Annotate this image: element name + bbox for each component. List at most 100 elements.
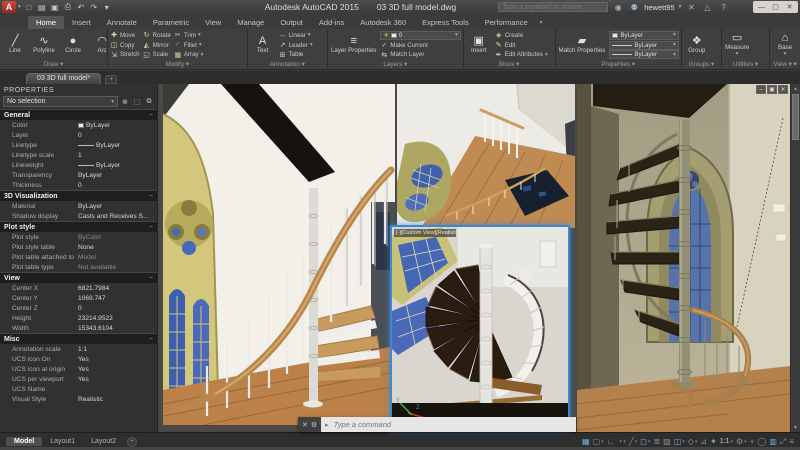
viewport-floating[interactable]: [-][Custom View][Realistic] Y Z: [390, 225, 570, 431]
dynamic-ucs-icon[interactable]: ⊿: [700, 437, 707, 446]
array-button[interactable]: ▦ Array ▾: [174, 50, 204, 59]
prop-row[interactable]: Plot table attached to Model: [0, 252, 157, 262]
search-input[interactable]: [498, 2, 609, 12]
section-view[interactable]: View −: [0, 272, 157, 283]
trim-button[interactable]: ✂ Trim ▾: [174, 31, 204, 40]
command-input[interactable]: [331, 419, 572, 430]
tab-home[interactable]: Home: [28, 16, 65, 29]
command-close-icon[interactable]: ✕: [302, 421, 308, 429]
viewport-main[interactable]: [163, 84, 395, 425]
viewport-top[interactable]: [397, 84, 575, 228]
prop-row[interactable]: Lineweight ByLayer: [0, 160, 157, 170]
polyline-button[interactable]: ∿ Polyline: [31, 30, 57, 60]
scrollbar-thumb[interactable]: [792, 94, 799, 140]
command-tools-icon[interactable]: ⚙: [311, 421, 317, 429]
edit-attributes-button[interactable]: ✒ Edit Attributes ▾: [495, 50, 548, 59]
prop-row[interactable]: UCS icon On Yes: [0, 354, 157, 364]
ortho-icon[interactable]: ∟: [607, 437, 615, 446]
tab-performance[interactable]: Performance: [477, 16, 536, 29]
panel-layers-label[interactable]: Layers ▾: [330, 60, 461, 69]
panel-block-label[interactable]: Block ▾: [466, 60, 553, 69]
annotation-scale-button[interactable]: 1:1 ▾: [720, 438, 733, 445]
drawing-minimize-icon[interactable]: –: [756, 85, 766, 94]
drawing-restore-icon[interactable]: ▣: [767, 85, 777, 94]
prop-row[interactable]: Center X 6821.7984: [0, 283, 157, 293]
leader-button[interactable]: ↗ Leader ▾: [279, 41, 313, 50]
panel-utilities-label[interactable]: Utilities ▾: [724, 60, 767, 69]
a360-icon[interactable]: ✕: [685, 2, 697, 13]
clean-screen-icon[interactable]: ⤢: [780, 437, 786, 447]
tab-manage[interactable]: Manage: [229, 16, 272, 29]
panel-groups-label[interactable]: Groups ▾: [684, 60, 719, 69]
plot-icon[interactable]: ⎙: [62, 1, 74, 13]
lineweight-display-icon[interactable]: ≣: [653, 437, 660, 446]
move-button[interactable]: ✚ Move: [110, 31, 140, 40]
linear-button[interactable]: ↔ Linear ▾: [279, 31, 313, 40]
prop-row[interactable]: Shadow display Casts and Receives S...: [0, 211, 157, 221]
circle-button[interactable]: ● Circle: [60, 30, 86, 60]
exchange-apps-icon[interactable]: △: [701, 2, 713, 13]
open-icon[interactable]: ▤: [36, 1, 48, 13]
search-icon[interactable]: ◉: [612, 2, 624, 13]
layer-dropdown[interactable]: ☀ 0 ▾: [380, 30, 461, 40]
file-tab[interactable]: 03 3D full model*: [26, 73, 102, 84]
prop-row[interactable]: Layer 0: [0, 130, 157, 140]
prop-row[interactable]: Center Y 1069.747: [0, 293, 157, 303]
prop-row[interactable]: Linetype scale 1: [0, 150, 157, 160]
tab-parametric[interactable]: Parametric: [145, 16, 197, 29]
scale-button[interactable]: ◱ Scale: [143, 50, 171, 59]
snap-mode-icon[interactable]: ▢ ▾: [593, 437, 604, 446]
customization-plus-icon[interactable]: +: [750, 437, 755, 446]
help-icon[interactable]: ?: [717, 2, 729, 13]
prop-row[interactable]: Thickness 0: [0, 180, 157, 190]
viewport-right[interactable]: [577, 84, 790, 432]
transparency-display-icon[interactable]: ▨: [663, 437, 671, 446]
tab-output[interactable]: Output: [272, 16, 311, 29]
prop-row[interactable]: Height 23214.9522: [0, 313, 157, 323]
copy-button[interactable]: ◫ Copy: [110, 41, 140, 50]
scroll-down-icon[interactable]: ▼: [791, 423, 800, 432]
make-current-button[interactable]: ✓ Make Current: [380, 41, 460, 50]
signin-caret-icon[interactable]: ▾: [679, 4, 682, 10]
tab-addins[interactable]: Add-ins: [311, 16, 352, 29]
fillet-button[interactable]: ◜ Fillet ▾: [174, 41, 204, 50]
quick-select-icon[interactable]: ⧉: [144, 97, 154, 107]
signin-user[interactable]: hewett95: [644, 3, 674, 12]
prop-row[interactable]: UCS per viewport Yes: [0, 374, 157, 384]
prop-row[interactable]: UCS icon at origin Yes: [0, 364, 157, 374]
grid-icon[interactable]: ▦: [582, 437, 590, 446]
match-layer-button[interactable]: ⇆ Match Layer: [380, 50, 460, 59]
prop-row[interactable]: Transparency ByLayer: [0, 170, 157, 180]
prop-row[interactable]: Linetype ByLayer: [0, 140, 157, 150]
section-3d-visualization[interactable]: 3D Visualization −: [0, 190, 157, 201]
object-snap-icon[interactable]: ◻ ▾: [640, 437, 650, 446]
prop-row[interactable]: Annotation scale 1:1: [0, 344, 157, 354]
tab-view[interactable]: View: [197, 16, 229, 29]
pickadd-toggle-icon[interactable]: ⊕: [120, 97, 130, 107]
qat-menu-icon[interactable]: ▾: [101, 1, 113, 13]
prop-row[interactable]: UCS Name: [0, 384, 157, 394]
panel-view-label[interactable]: View ▾ ▾: [772, 60, 798, 69]
undo-icon[interactable]: ↶: [75, 1, 87, 13]
object-snap-3d-icon[interactable]: ◇ ▾: [688, 437, 698, 446]
panel-annotation-label[interactable]: Annotation ▾: [250, 60, 325, 69]
edit-button[interactable]: ✎ Edit: [495, 41, 548, 50]
section-misc[interactable]: Misc −: [0, 333, 157, 344]
minimize-icon[interactable]: —: [755, 2, 768, 12]
prop-row[interactable]: Plot style table None: [0, 242, 157, 252]
vertical-scrollbar[interactable]: ▲ ▼: [790, 84, 800, 432]
base-button[interactable]: ⌂ Base ▾: [772, 30, 798, 60]
line-button[interactable]: ╱ Line: [2, 30, 28, 60]
workspace-gear-icon[interactable]: ⚙ ▾: [736, 437, 747, 446]
isolate-objects-icon[interactable]: ◯: [757, 437, 766, 446]
selection-dropdown[interactable]: No selection ▾: [3, 96, 118, 107]
prop-row[interactable]: Width 15343.6104: [0, 323, 157, 333]
save-icon[interactable]: ▣: [49, 1, 61, 13]
new-layout-button[interactable]: +: [127, 436, 138, 447]
prop-row[interactable]: Plot table type Not available: [0, 262, 157, 272]
select-objects-icon[interactable]: ⬚: [132, 97, 142, 107]
prop-row[interactable]: Color ByLayer: [0, 120, 157, 130]
prop-row[interactable]: Plot style ByColor: [0, 232, 157, 242]
text-button[interactable]: A Text: [250, 30, 276, 60]
create-button[interactable]: ◈ Create: [495, 31, 548, 40]
